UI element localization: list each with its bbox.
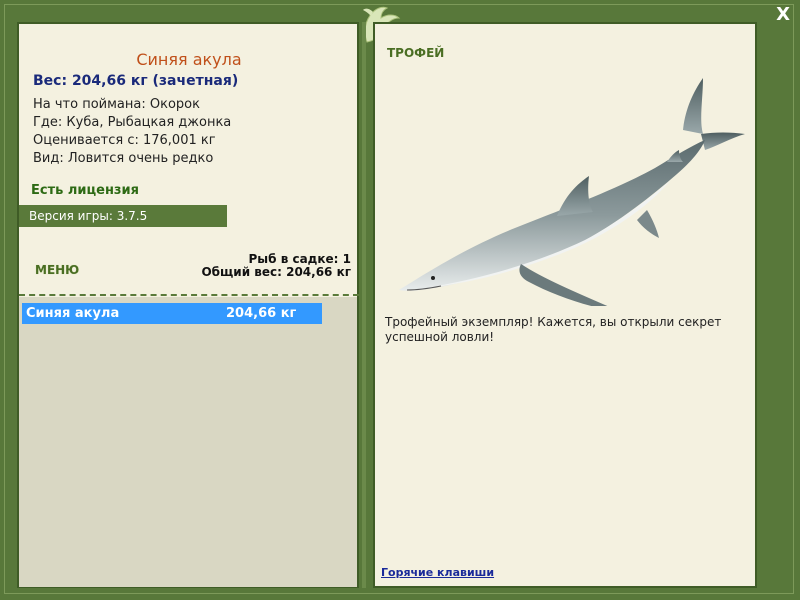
fish-details: На что поймана: Окорок Где: Куба, Рыбацк… [33, 96, 231, 168]
rarity-line: Вид: Ловится очень редко [33, 151, 214, 166]
location-line: Где: Куба, Рыбацкая джонка [33, 115, 232, 130]
menu-button[interactable]: МЕНЮ [35, 263, 79, 277]
fish-name: Синяя акула [136, 50, 242, 69]
valued-line: Оценивается с: 176,001 кг [33, 133, 216, 148]
list-item-weight: 204,66 кг [226, 306, 297, 321]
window-frame: X Синяя акула Вес: 204,66 кг (зачетная) … [0, 0, 800, 600]
panel-divider [362, 22, 366, 588]
cage-total-weight: Общий вес: 204,66 кг [201, 265, 351, 279]
version-bar: Версия игры: 3.7.5 [19, 205, 227, 227]
catch-list [19, 297, 357, 587]
divider [19, 294, 359, 296]
list-item-name: Синяя акула [26, 306, 120, 321]
license-status: Есть лицензия [31, 183, 139, 198]
cage-summary: Рыб в садке: 1 Общий вес: 204,66 кг [201, 253, 351, 279]
hotkeys-link[interactable]: Горячие клавиши [381, 566, 494, 579]
list-item[interactable]: Синяя акула 204,66 кг [22, 303, 322, 324]
fish-weight: Вес: 204,66 кг (зачетная) [33, 73, 239, 89]
trophy-description: Трофейный экземпляр! Кажется, вы открыли… [385, 315, 722, 344]
trophy-panel: ТРОФЕЙ Трофейный экземпляр! Кажется, вы … [373, 22, 757, 588]
close-button[interactable]: X [776, 4, 790, 25]
shark-image [399, 78, 745, 306]
bait-line: На что поймана: Окорок [33, 97, 200, 112]
fish-info-panel: Синяя акула Вес: 204,66 кг (зачетная) На… [17, 22, 359, 588]
